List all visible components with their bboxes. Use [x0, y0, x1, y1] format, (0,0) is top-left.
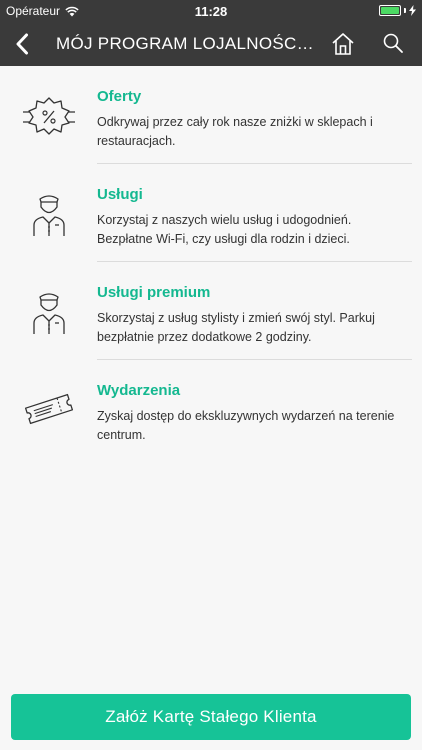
item-title: Wydarzenia: [97, 382, 181, 399]
navigation-bar: MÓJ PROGRAM LOJALNOŚCIO...: [0, 22, 422, 66]
search-button[interactable]: [381, 31, 405, 55]
list-item-premium-services[interactable]: Usługi premium Skorzystaj z usług stylis…: [0, 262, 422, 360]
item-description: Zyskaj dostęp do ekskluzywnych wydarzeń …: [97, 409, 395, 442]
item-title: Usługi: [97, 186, 143, 203]
home-button[interactable]: [330, 31, 356, 57]
benefits-list: Oferty Odkrywaj przez cały rok nasze zni…: [0, 66, 422, 458]
status-time: 11:28: [194, 4, 228, 19]
create-loyalty-card-button[interactable]: Załóż Kartę Stałego Klienta: [11, 694, 411, 740]
item-title: Oferty: [97, 88, 142, 105]
search-icon: [383, 33, 403, 53]
concierge-icon: [20, 188, 78, 238]
back-button[interactable]: [8, 30, 36, 58]
list-item-events[interactable]: Wydarzenia Zyskaj dostęp do ekskluzywnyc…: [0, 360, 422, 458]
charging-bolt-icon: [409, 5, 416, 16]
item-description: Skorzystaj z usług stylisty i zmień swój…: [97, 311, 375, 344]
item-title: Usługi premium: [97, 284, 211, 301]
discount-badge-icon: [20, 90, 78, 140]
page-title: MÓJ PROGRAM LOJALNOŚCIO...: [56, 34, 314, 53]
home-icon: [332, 33, 354, 55]
back-chevron-icon: [16, 33, 28, 55]
ticket-icon: [20, 384, 78, 434]
concierge-icon: [20, 286, 78, 336]
status-bar: Opérateur 11:28: [0, 0, 422, 22]
list-item-services[interactable]: Usługi Korzystaj z naszych wielu usług i…: [0, 164, 422, 262]
item-description: Odkrywaj przez cały rok nasze zniżki w s…: [97, 115, 373, 148]
list-item-offers[interactable]: Oferty Odkrywaj przez cały rok nasze zni…: [0, 66, 422, 164]
item-description: Korzystaj z naszych wielu usług i udogod…: [97, 213, 352, 246]
battery-icon: [379, 5, 416, 16]
